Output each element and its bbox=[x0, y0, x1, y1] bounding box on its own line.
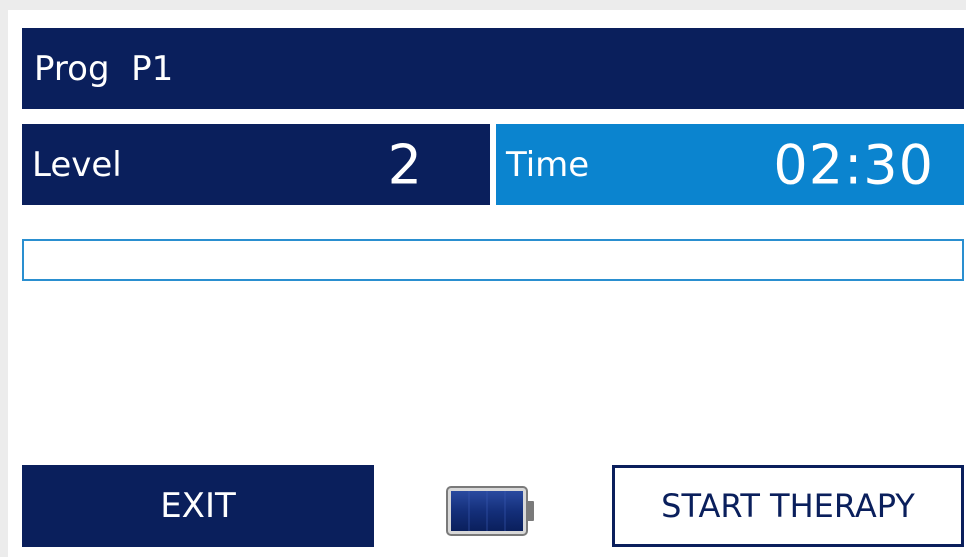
time-label: Time bbox=[506, 144, 590, 185]
time-value: 02:30 bbox=[773, 133, 934, 196]
program-label: Prog P1 bbox=[34, 48, 174, 89]
therapy-progress-bar bbox=[22, 239, 964, 281]
program-header: Prog P1 bbox=[22, 28, 964, 109]
battery-icon bbox=[446, 486, 534, 536]
time-panel: Time 02:30 bbox=[496, 124, 964, 205]
level-panel: Level 2 bbox=[22, 124, 490, 205]
level-label: Level bbox=[32, 144, 122, 185]
exit-button[interactable]: EXIT bbox=[22, 465, 374, 547]
start-therapy-button[interactable]: START THERAPY bbox=[612, 465, 964, 547]
level-value: 2 bbox=[387, 133, 422, 196]
therapy-screen: Prog P1 Level 2 Time 02:30 EXIT START TH… bbox=[8, 10, 966, 557]
